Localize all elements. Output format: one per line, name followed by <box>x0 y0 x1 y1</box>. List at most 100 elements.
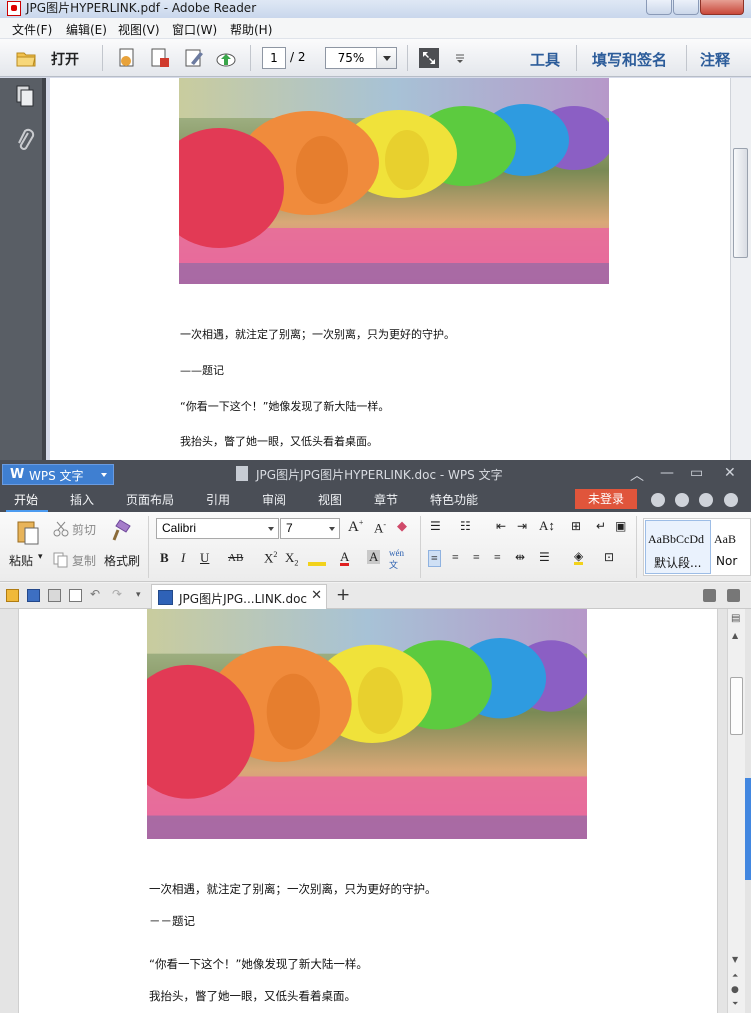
wps-app-menu-button[interactable]: W WPS 文字 <box>2 464 114 485</box>
print-preview-icon[interactable] <box>69 589 82 602</box>
show-marks-icon[interactable]: ↵ <box>596 519 606 534</box>
document-line[interactable]: －－题记 <box>149 913 195 929</box>
format-painter-button[interactable]: 格式刷 <box>104 552 140 569</box>
fill-sign-link[interactable]: 填写和签名 <box>592 49 667 70</box>
chevron-down-icon[interactable]: ▾ <box>38 552 43 562</box>
character-shading-icon[interactable]: A <box>367 550 381 564</box>
feedback-icon[interactable] <box>675 493 689 507</box>
format-painter-brush-icon[interactable] <box>112 518 134 542</box>
ruler-toggle-icon[interactable]: ▤ <box>731 613 740 624</box>
tab-view[interactable]: 视图 <box>318 491 342 508</box>
distribute-icon[interactable]: ⇹ <box>515 550 525 565</box>
align-right-icon[interactable]: ≡ <box>473 550 480 565</box>
clear-format-eraser-icon[interactable]: ◆ <box>397 518 407 534</box>
undo-icon[interactable]: ↶ <box>90 587 103 601</box>
table-grid-icon[interactable]: ⊞ <box>571 519 581 534</box>
highlight-pen-icon[interactable] <box>308 550 326 566</box>
upload-cloud-icon[interactable] <box>215 47 237 69</box>
next-page-icon[interactable]: ⏷ <box>732 999 738 1009</box>
font-size-select[interactable]: 7 <box>280 518 340 539</box>
style-gallery[interactable]: AaBbCcDd 默认段... AaB Nor <box>643 518 751 576</box>
tab-review[interactable]: 审阅 <box>262 491 286 508</box>
page-border-icon[interactable]: ▣ <box>615 519 626 534</box>
cut-scissors-icon[interactable] <box>52 521 70 537</box>
chevron-down-icon[interactable] <box>329 527 335 531</box>
select-browse-object-icon[interactable]: ● <box>731 985 739 995</box>
decrease-indent-icon[interactable]: ⇤ <box>496 519 506 534</box>
close-tab-icon[interactable]: ✕ <box>311 588 322 603</box>
grow-font-icon[interactable]: A+ <box>348 518 363 536</box>
menu-view[interactable]: 视图(V) <box>118 21 160 38</box>
menu-edit[interactable]: 编辑(E) <box>66 21 107 38</box>
edit-sign-icon[interactable] <box>183 47 205 69</box>
maximize-button[interactable]: ▭ <box>690 465 703 481</box>
tab-section[interactable]: 章节 <box>374 491 398 508</box>
align-center-icon[interactable]: ≡ <box>452 550 459 565</box>
page-number-input[interactable]: 1 <box>262 47 286 69</box>
bold-icon[interactable]: B <box>160 550 169 566</box>
shrink-font-icon[interactable]: A- <box>374 520 386 536</box>
crayons-image[interactable] <box>147 609 587 839</box>
scroll-thumb[interactable] <box>733 148 748 258</box>
reader-document-view[interactable]: 一次相遇，就注定了别离；一次别离，只为更好的守护。 ——题记 “你看一下这个！”… <box>50 78 730 460</box>
side-panel-toggle[interactable] <box>745 778 751 880</box>
open-folder-icon[interactable] <box>6 589 19 602</box>
menu-help[interactable]: 帮助(H) <box>230 21 272 38</box>
phonetic-guide-icon[interactable]: wén 文 <box>389 548 404 571</box>
underline-icon[interactable]: U <box>200 550 209 566</box>
toolbar-options-icon[interactable] <box>452 47 474 69</box>
tab-home[interactable]: 开始 <box>14 491 38 508</box>
customize-qat-icon[interactable]: ▾ <box>136 590 149 603</box>
scroll-thumb[interactable] <box>730 677 743 735</box>
shirt-icon[interactable] <box>699 493 713 507</box>
copy-button[interactable]: 复制 <box>72 552 96 569</box>
font-name-select[interactable]: Calibri <box>156 518 279 539</box>
close-button[interactable]: ✕ <box>724 465 736 481</box>
paste-clipboard-icon[interactable] <box>16 518 40 546</box>
restore-window-icon[interactable] <box>703 589 716 602</box>
italic-icon[interactable]: I <box>181 550 185 566</box>
create-pdf-icon[interactable] <box>116 47 138 69</box>
document-line[interactable]: 我抬头，瞥了她一眼，又低头看着桌面。 <box>149 988 356 1004</box>
save-disk-icon[interactable] <box>27 589 40 602</box>
minimize-button[interactable]: — <box>660 465 674 481</box>
comment-link[interactable]: 注释 <box>700 49 730 70</box>
close-button[interactable] <box>700 0 744 15</box>
open-button[interactable]: 打开 <box>51 49 79 69</box>
subscript-icon[interactable]: X2 <box>285 550 298 568</box>
increase-indent-icon[interactable]: ⇥ <box>517 519 527 534</box>
combine-files-icon[interactable] <box>149 47 171 69</box>
paste-button[interactable]: 粘贴 <box>9 552 33 569</box>
skin-icon[interactable] <box>651 493 665 507</box>
strikethrough-icon[interactable]: AB <box>228 552 243 564</box>
help-icon[interactable] <box>724 493 738 507</box>
wps-document-page[interactable]: 一次相遇，就注定了别离；一次别离，只为更好的守护。 －－题记 “你看一下这个！”… <box>18 609 718 1013</box>
chevron-down-icon[interactable] <box>268 527 274 531</box>
bullet-list-icon[interactable]: ☰ <box>430 519 441 534</box>
tab-special-features[interactable]: 特色功能 <box>430 491 478 508</box>
menu-file[interactable]: 文件(F) <box>12 21 52 38</box>
collapse-ribbon-icon[interactable]: ︿ <box>630 465 644 485</box>
redo-icon[interactable]: ↷ <box>112 587 125 601</box>
attachment-paperclip-icon[interactable] <box>14 128 36 154</box>
cut-button[interactable]: 剪切 <box>72 521 96 538</box>
line-spacing-icon[interactable]: ☰ <box>539 550 550 565</box>
tab-page-layout[interactable]: 页面布局 <box>126 491 174 508</box>
numbered-list-icon[interactable]: ☷ <box>460 519 471 534</box>
copy-icon[interactable] <box>52 552 70 568</box>
justify-icon[interactable]: ≡ <box>494 550 501 565</box>
zoom-select[interactable]: 75% <box>325 47 397 69</box>
open-folder-icon[interactable] <box>15 47 37 69</box>
borders-icon[interactable]: ⊡ <box>604 550 614 565</box>
align-left-icon[interactable]: ≡ <box>428 550 441 567</box>
menu-window[interactable]: 窗口(W) <box>172 21 217 38</box>
print-icon[interactable] <box>48 589 61 602</box>
new-tab-plus-icon[interactable]: + <box>336 585 350 605</box>
previous-page-icon[interactable]: ⏶ <box>732 971 738 981</box>
reader-vertical-scrollbar[interactable] <box>730 78 751 460</box>
shading-bucket-icon[interactable]: ◈ <box>574 550 584 565</box>
font-color-icon[interactable]: A <box>340 550 350 566</box>
document-line[interactable]: “你看一下这个！”她像发现了新大陆一样。 <box>149 956 368 972</box>
wps-vertical-scrollbar[interactable]: ▤ ▲ ▼ ⏶ ● ⏷ <box>727 609 745 1013</box>
chevron-down-icon[interactable] <box>376 48 396 68</box>
